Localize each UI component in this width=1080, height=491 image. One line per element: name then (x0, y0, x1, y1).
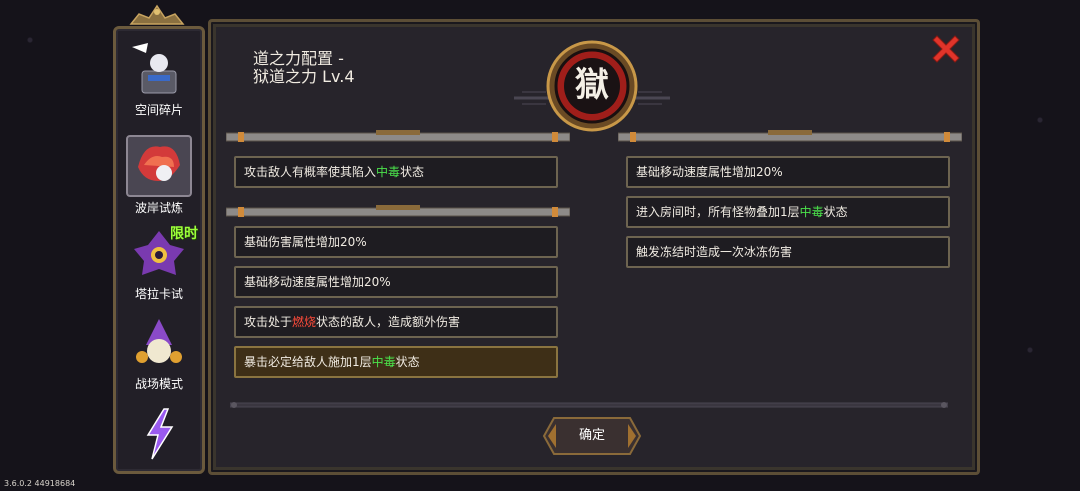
effect-text: 燃烧 (292, 315, 317, 329)
sidebar-item-taraka-trial[interactable]: 限时 塔拉卡试 (122, 221, 198, 309)
sidebar-item-wave-trial[interactable]: 波岸试炼 (122, 131, 196, 219)
effect-text: 基础移动速度属性增加20% (244, 275, 391, 289)
battlefield-mode-icon (128, 315, 190, 373)
effect-option-row[interactable]: 基础移动速度属性增加20% (626, 156, 950, 188)
confirm-button-label: 确定 (578, 428, 605, 443)
effect-option-row[interactable]: 暴击必定给敌人施加1层中毒状态 (234, 346, 558, 378)
emblem-character: 獄 (575, 65, 609, 105)
effect-option-row[interactable]: 触发冻结时造成一次冰冻伤害 (626, 236, 950, 268)
right-group-rail (618, 130, 962, 142)
sidebar-item-label: 战场模式 (134, 377, 183, 391)
effect-option-row[interactable]: 基础伤害属性增加20% (234, 226, 558, 258)
effect-text: 中毒 (376, 165, 401, 179)
effect-text: 基础伤害属性增加20% (244, 235, 367, 249)
effect-option-row[interactable]: 进入房间时，所有怪物叠加1层中毒状态 (626, 196, 950, 228)
effect-text: 触发冻结时造成一次冰冻伤害 (636, 245, 793, 259)
lightning-mode-icon (128, 405, 190, 463)
sidebar-item-label: 塔拉卡试 (134, 287, 183, 301)
effect-text: 状态 (395, 355, 420, 369)
effect-text: 状态 (400, 165, 425, 179)
effect-text: 进入房间时，所有怪物叠加1层 (636, 205, 800, 219)
effect-text: 攻击处于 (244, 315, 293, 329)
left-group2-rail (226, 205, 570, 217)
sidebar-item-label: 波岸试炼 (134, 201, 183, 215)
effect-option-row[interactable]: 基础移动速度属性增加20% (234, 266, 558, 298)
sidebar-item-lightning-mode[interactable] (122, 401, 196, 489)
effect-text: 攻击敌人有概率使其陷入 (244, 165, 377, 179)
wave-trial-icon (126, 135, 192, 197)
effect-option-row[interactable]: 攻击敌人有概率使其陷入中毒状态 (234, 156, 558, 188)
effect-text: 状态的敌人，造成额外伤害 (316, 315, 461, 329)
space-fragment-icon (128, 41, 190, 99)
limited-time-badge: 限时 (170, 226, 198, 242)
sidebar-item-space-fragment[interactable]: 空间碎片 (122, 37, 196, 125)
effect-text: 基础移动速度属性增加20% (636, 165, 783, 179)
panel-title: 道之力配置 - 狱道之力 Lv.4 (253, 49, 355, 86)
effect-option-row[interactable]: 攻击处于燃烧状态的敌人，造成额外伤害 (234, 306, 558, 338)
sidebar-crown-ornament (129, 4, 185, 25)
version-label: 3.6.0.2 44918684 (4, 479, 76, 488)
effect-text: 暴击必定给敌人施加1层 (244, 355, 372, 369)
close-icon[interactable] (930, 33, 962, 65)
bottom-divider (230, 402, 948, 408)
sidebar-item-battlefield-mode[interactable]: 战场模式 (122, 311, 196, 399)
effect-text: 中毒 (799, 205, 824, 219)
mode-sidebar: 空间碎片 波岸试炼 限时 塔拉卡试 战场模式 (113, 26, 205, 474)
taraka-trial-icon: 限时 (128, 225, 198, 283)
sidebar-item-label: 空间碎片 (134, 103, 183, 117)
effect-text: 状态 (823, 205, 848, 219)
left-group1-rail (226, 130, 570, 142)
effect-text: 中毒 (371, 355, 396, 369)
